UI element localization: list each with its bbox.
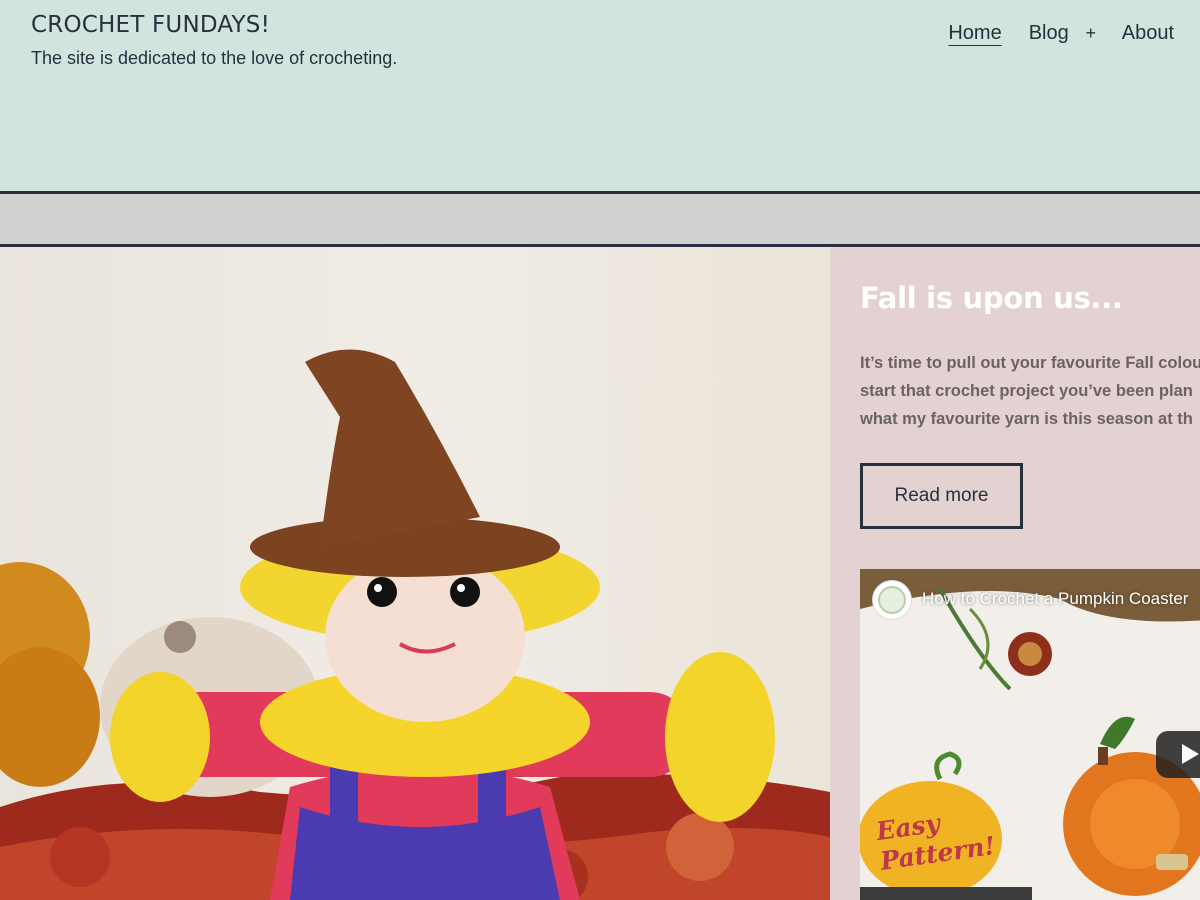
play-icon [1182, 744, 1199, 764]
excerpt-line: start that crochet project you’ve been p… [860, 382, 1193, 400]
nav-item-blog[interactable]: Blog [1029, 20, 1069, 46]
site-header: CROCHET FUNDAYS! The site is dedicated t… [0, 0, 1200, 191]
excerpt-line: It’s time to pull out your favourite Fal… [860, 354, 1200, 372]
video-title[interactable]: How to Crochet a Pumpkin Coaster [922, 589, 1188, 609]
nav-item-about[interactable]: About [1122, 20, 1174, 46]
post-excerpt: It’s time to pull out your favourite Fal… [860, 349, 1200, 433]
featured-post: Fall is upon us... It’s time to pull out… [830, 247, 1200, 900]
nav-item-home[interactable]: Home [948, 20, 1001, 46]
channel-avatar[interactable] [872, 580, 912, 620]
read-more-button[interactable]: Read more [860, 463, 1023, 529]
play-button[interactable] [1156, 731, 1200, 778]
video-embed[interactable]: How to Crochet a Pumpkin Coaster Easy Pa… [860, 569, 1200, 900]
primary-navigation: Home Blog + About [948, 20, 1174, 46]
video-overlay-bar [860, 887, 1032, 900]
site-title[interactable]: CROCHET FUNDAYS! [31, 12, 270, 38]
hero-image [0, 247, 830, 900]
separator-band [0, 194, 1200, 244]
scarecrow-crochet-photo [0, 247, 830, 900]
post-title[interactable]: Fall is upon us... [860, 281, 1123, 315]
submenu-expand-icon[interactable]: + [1085, 20, 1097, 46]
excerpt-line: what my favourite yarn is this season at… [860, 410, 1193, 428]
site-tagline: The site is dedicated to the love of cro… [31, 48, 398, 68]
